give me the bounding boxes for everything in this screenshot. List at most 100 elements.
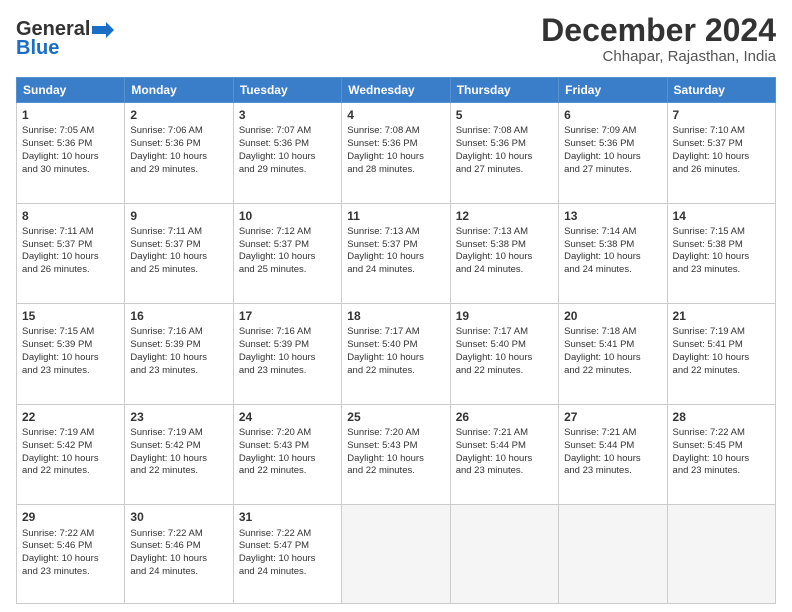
calendar-cell: 7 Sunrise: 7:10 AMSunset: 5:37 PMDayligh… xyxy=(667,103,775,204)
day-info: Sunrise: 7:13 AMSunset: 5:37 PMDaylight:… xyxy=(347,226,424,275)
day-number: 15 xyxy=(22,308,119,324)
calendar-cell: 22 Sunrise: 7:19 AMSunset: 5:42 PMDaylig… xyxy=(17,404,125,505)
day-number: 19 xyxy=(456,308,553,324)
calendar-cell: 23 Sunrise: 7:19 AMSunset: 5:42 PMDaylig… xyxy=(125,404,233,505)
month-title: December 2024 xyxy=(541,14,776,46)
calendar-week-row: 29 Sunrise: 7:22 AMSunset: 5:46 PMDaylig… xyxy=(17,505,776,604)
calendar-cell: 12 Sunrise: 7:13 AMSunset: 5:38 PMDaylig… xyxy=(450,203,558,304)
day-info: Sunrise: 7:13 AMSunset: 5:38 PMDaylight:… xyxy=(456,226,533,275)
calendar-cell: 26 Sunrise: 7:21 AMSunset: 5:44 PMDaylig… xyxy=(450,404,558,505)
logo-arrow-icon xyxy=(92,19,114,41)
logo: General Blue xyxy=(16,14,116,60)
day-info: Sunrise: 7:22 AMSunset: 5:47 PMDaylight:… xyxy=(239,528,316,577)
day-number: 13 xyxy=(564,208,661,224)
calendar-day-header: Monday xyxy=(125,78,233,103)
day-info: Sunrise: 7:20 AMSunset: 5:43 PMDaylight:… xyxy=(239,427,316,476)
calendar-cell: 18 Sunrise: 7:17 AMSunset: 5:40 PMDaylig… xyxy=(342,304,450,405)
day-info: Sunrise: 7:17 AMSunset: 5:40 PMDaylight:… xyxy=(456,326,533,375)
calendar-day-header: Sunday xyxy=(17,78,125,103)
day-number: 2 xyxy=(130,107,227,123)
day-number: 25 xyxy=(347,409,444,425)
day-number: 4 xyxy=(347,107,444,123)
calendar-cell xyxy=(450,505,558,604)
calendar-cell: 27 Sunrise: 7:21 AMSunset: 5:44 PMDaylig… xyxy=(559,404,667,505)
day-number: 7 xyxy=(673,107,770,123)
calendar-cell xyxy=(342,505,450,604)
day-info: Sunrise: 7:22 AMSunset: 5:46 PMDaylight:… xyxy=(130,528,207,577)
header: General Blue December 2024 Chhapar, Raja… xyxy=(16,14,776,65)
calendar-week-row: 15 Sunrise: 7:15 AMSunset: 5:39 PMDaylig… xyxy=(17,304,776,405)
calendar-cell: 19 Sunrise: 7:17 AMSunset: 5:40 PMDaylig… xyxy=(450,304,558,405)
calendar-cell: 25 Sunrise: 7:20 AMSunset: 5:43 PMDaylig… xyxy=(342,404,450,505)
calendar-cell: 15 Sunrise: 7:15 AMSunset: 5:39 PMDaylig… xyxy=(17,304,125,405)
day-info: Sunrise: 7:06 AMSunset: 5:36 PMDaylight:… xyxy=(130,125,207,174)
calendar-cell: 9 Sunrise: 7:11 AMSunset: 5:37 PMDayligh… xyxy=(125,203,233,304)
day-info: Sunrise: 7:10 AMSunset: 5:37 PMDaylight:… xyxy=(673,125,750,174)
day-info: Sunrise: 7:08 AMSunset: 5:36 PMDaylight:… xyxy=(456,125,533,174)
day-number: 21 xyxy=(673,308,770,324)
day-info: Sunrise: 7:19 AMSunset: 5:42 PMDaylight:… xyxy=(130,427,207,476)
day-number: 30 xyxy=(130,509,227,525)
calendar-week-row: 22 Sunrise: 7:19 AMSunset: 5:42 PMDaylig… xyxy=(17,404,776,505)
day-number: 23 xyxy=(130,409,227,425)
day-info: Sunrise: 7:22 AMSunset: 5:45 PMDaylight:… xyxy=(673,427,750,476)
calendar-day-header: Wednesday xyxy=(342,78,450,103)
calendar-cell: 16 Sunrise: 7:16 AMSunset: 5:39 PMDaylig… xyxy=(125,304,233,405)
calendar-day-header: Saturday xyxy=(667,78,775,103)
calendar-cell: 6 Sunrise: 7:09 AMSunset: 5:36 PMDayligh… xyxy=(559,103,667,204)
page-container: General Blue December 2024 Chhapar, Raja… xyxy=(0,0,792,612)
day-info: Sunrise: 7:17 AMSunset: 5:40 PMDaylight:… xyxy=(347,326,424,375)
calendar-day-header: Friday xyxy=(559,78,667,103)
day-number: 3 xyxy=(239,107,336,123)
day-info: Sunrise: 7:14 AMSunset: 5:38 PMDaylight:… xyxy=(564,226,641,275)
day-info: Sunrise: 7:16 AMSunset: 5:39 PMDaylight:… xyxy=(239,326,316,375)
calendar-week-row: 1 Sunrise: 7:05 AMSunset: 5:36 PMDayligh… xyxy=(17,103,776,204)
calendar-cell: 11 Sunrise: 7:13 AMSunset: 5:37 PMDaylig… xyxy=(342,203,450,304)
calendar-cell: 14 Sunrise: 7:15 AMSunset: 5:38 PMDaylig… xyxy=(667,203,775,304)
calendar-cell: 31 Sunrise: 7:22 AMSunset: 5:47 PMDaylig… xyxy=(233,505,341,604)
day-info: Sunrise: 7:21 AMSunset: 5:44 PMDaylight:… xyxy=(564,427,641,476)
calendar-cell: 28 Sunrise: 7:22 AMSunset: 5:45 PMDaylig… xyxy=(667,404,775,505)
calendar-day-header: Tuesday xyxy=(233,78,341,103)
day-info: Sunrise: 7:18 AMSunset: 5:41 PMDaylight:… xyxy=(564,326,641,375)
day-info: Sunrise: 7:20 AMSunset: 5:43 PMDaylight:… xyxy=(347,427,424,476)
calendar-cell xyxy=(667,505,775,604)
calendar-day-header: Thursday xyxy=(450,78,558,103)
logo-blue: Blue xyxy=(16,37,59,60)
title-block: December 2024 Chhapar, Rajasthan, India xyxy=(541,14,776,65)
day-number: 17 xyxy=(239,308,336,324)
day-number: 12 xyxy=(456,208,553,224)
day-info: Sunrise: 7:19 AMSunset: 5:42 PMDaylight:… xyxy=(22,427,99,476)
calendar-cell: 20 Sunrise: 7:18 AMSunset: 5:41 PMDaylig… xyxy=(559,304,667,405)
day-number: 5 xyxy=(456,107,553,123)
day-number: 28 xyxy=(673,409,770,425)
day-number: 20 xyxy=(564,308,661,324)
calendar-cell: 21 Sunrise: 7:19 AMSunset: 5:41 PMDaylig… xyxy=(667,304,775,405)
day-number: 11 xyxy=(347,208,444,224)
day-number: 6 xyxy=(564,107,661,123)
day-info: Sunrise: 7:19 AMSunset: 5:41 PMDaylight:… xyxy=(673,326,750,375)
day-info: Sunrise: 7:21 AMSunset: 5:44 PMDaylight:… xyxy=(456,427,533,476)
calendar-cell: 2 Sunrise: 7:06 AMSunset: 5:36 PMDayligh… xyxy=(125,103,233,204)
day-info: Sunrise: 7:07 AMSunset: 5:36 PMDaylight:… xyxy=(239,125,316,174)
day-info: Sunrise: 7:11 AMSunset: 5:37 PMDaylight:… xyxy=(22,226,99,275)
calendar-header-row: SundayMondayTuesdayWednesdayThursdayFrid… xyxy=(17,78,776,103)
day-info: Sunrise: 7:12 AMSunset: 5:37 PMDaylight:… xyxy=(239,226,316,275)
day-number: 14 xyxy=(673,208,770,224)
day-number: 29 xyxy=(22,509,119,525)
day-info: Sunrise: 7:16 AMSunset: 5:39 PMDaylight:… xyxy=(130,326,207,375)
day-number: 26 xyxy=(456,409,553,425)
day-number: 10 xyxy=(239,208,336,224)
calendar-cell: 3 Sunrise: 7:07 AMSunset: 5:36 PMDayligh… xyxy=(233,103,341,204)
day-info: Sunrise: 7:22 AMSunset: 5:46 PMDaylight:… xyxy=(22,528,99,577)
calendar-cell: 4 Sunrise: 7:08 AMSunset: 5:36 PMDayligh… xyxy=(342,103,450,204)
day-number: 8 xyxy=(22,208,119,224)
day-number: 31 xyxy=(239,509,336,525)
location: Chhapar, Rajasthan, India xyxy=(541,48,776,65)
calendar-cell: 24 Sunrise: 7:20 AMSunset: 5:43 PMDaylig… xyxy=(233,404,341,505)
day-info: Sunrise: 7:09 AMSunset: 5:36 PMDaylight:… xyxy=(564,125,641,174)
day-number: 16 xyxy=(130,308,227,324)
day-info: Sunrise: 7:05 AMSunset: 5:36 PMDaylight:… xyxy=(22,125,99,174)
calendar-cell: 29 Sunrise: 7:22 AMSunset: 5:46 PMDaylig… xyxy=(17,505,125,604)
day-number: 18 xyxy=(347,308,444,324)
